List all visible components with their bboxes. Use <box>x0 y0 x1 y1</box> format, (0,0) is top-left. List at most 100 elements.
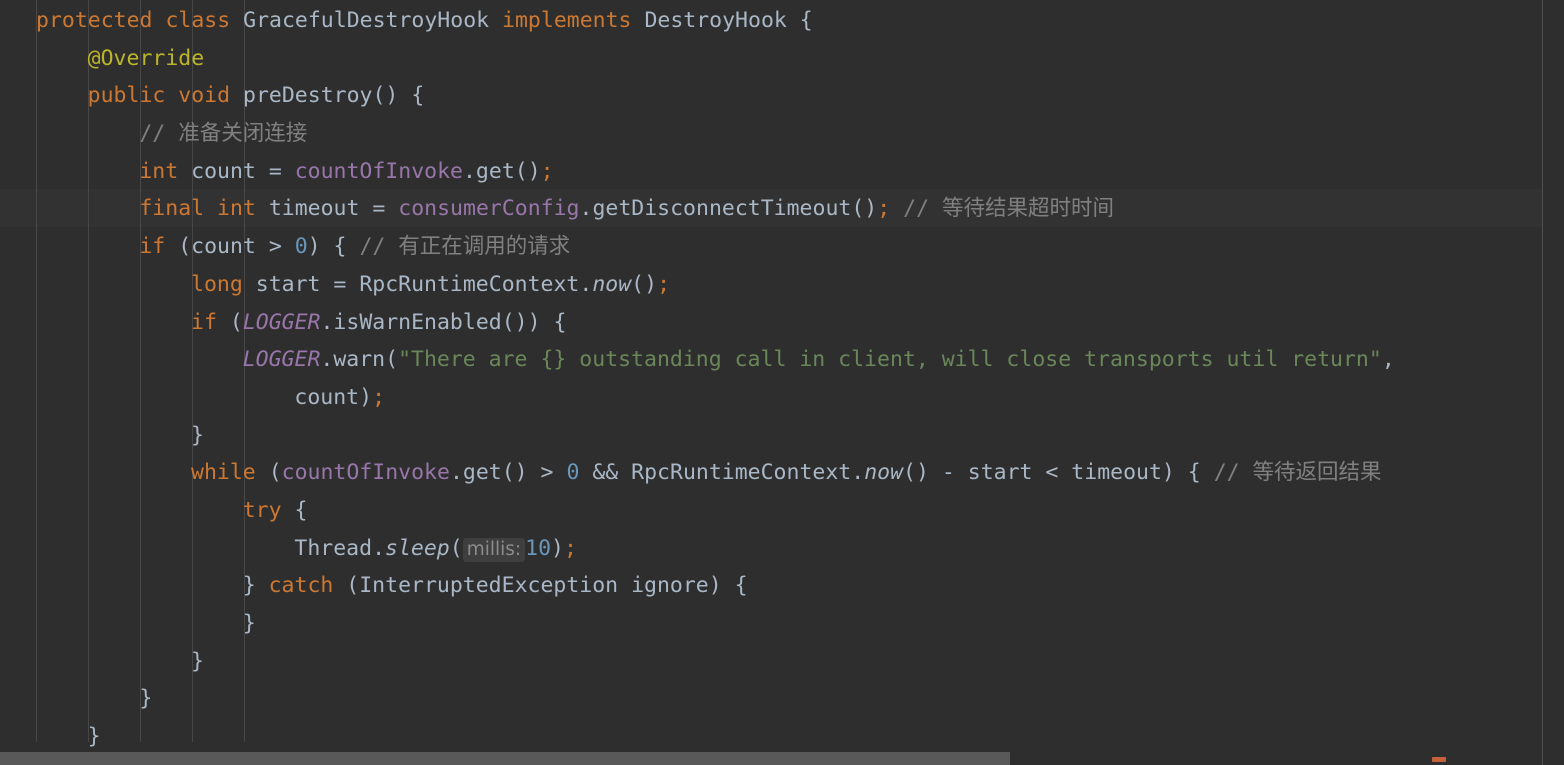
code-static-method: now <box>864 460 904 486</box>
code-token: (count <box>165 234 269 260</box>
code-token: preDestroy <box>243 83 373 109</box>
code-content[interactable]: protected class GracefulDestroyHook impl… <box>0 0 1542 756</box>
code-line[interactable]: count); <box>0 379 1542 417</box>
code-annotation: @Override <box>87 45 205 71</box>
code-line[interactable]: long start = RpcRuntimeContext.now(); <box>0 266 1542 304</box>
code-keyword: int <box>217 196 256 222</box>
code-token: = <box>333 271 360 297</box>
code-token: ; <box>564 535 577 561</box>
code-token: () - start < timeout) { <box>903 460 1214 486</box>
code-token: () <box>631 271 658 297</box>
code-keyword: while <box>191 460 256 486</box>
code-token: && <box>579 460 632 486</box>
code-token: () { <box>372 83 425 109</box>
code-token: .get() <box>449 460 541 486</box>
code-type: Thread <box>294 535 373 561</box>
code-token: count) <box>294 384 373 410</box>
code-keyword: if <box>191 309 217 335</box>
code-type: DestroyHook <box>644 8 787 33</box>
code-token: ) <box>551 535 564 561</box>
code-line[interactable]: LOGGER.warn("There are {} outstanding ca… <box>0 341 1542 379</box>
code-token: .isWarnEnabled()) { <box>320 309 567 335</box>
code-keyword: try <box>242 497 282 523</box>
code-field: LOGGER <box>242 309 321 335</box>
code-token: .getDisconnectTimeout() <box>579 196 878 222</box>
code-token: { <box>786 8 813 33</box>
code-keyword: final <box>139 196 205 222</box>
code-token: ( <box>216 309 243 335</box>
code-token: } <box>191 648 204 674</box>
code-token: = <box>372 196 399 222</box>
code-string-literal: "There are {} outstanding call in client… <box>398 347 1382 373</box>
code-token: } <box>242 611 256 636</box>
code-token: timeout <box>255 196 373 222</box>
code-token: } <box>242 573 269 599</box>
code-token: . <box>851 460 865 486</box>
code-token: . <box>372 535 386 561</box>
code-keyword: catch <box>268 573 334 599</box>
code-line[interactable]: if (LOGGER.isWarnEnabled()) { <box>0 304 1542 342</box>
code-static-method: now <box>592 271 632 297</box>
code-line[interactable]: } catch (InterruptedException ignore) { <box>0 567 1542 605</box>
code-field: countOfInvoke <box>281 460 450 486</box>
code-token: .get() <box>462 158 541 184</box>
code-line-current[interactable]: final int timeout = consumerConfig.getDi… <box>0 190 1542 228</box>
code-keyword: class <box>165 8 231 33</box>
code-keyword: protected <box>36 8 153 33</box>
horizontal-scrollbar-thumb[interactable] <box>0 752 1010 765</box>
code-editor[interactable]: protected class GracefulDestroyHook impl… <box>0 0 1564 765</box>
code-token: start <box>242 271 334 297</box>
code-line[interactable]: while (countOfInvoke.get() > 0 && RpcRun… <box>0 454 1542 492</box>
code-line[interactable]: } <box>0 680 1542 718</box>
right-marker-gutter[interactable] <box>1542 0 1564 765</box>
code-keyword: if <box>139 234 166 260</box>
code-token: > <box>268 234 295 260</box>
code-type: InterruptedException <box>359 573 619 599</box>
code-line[interactable]: try { <box>0 492 1542 530</box>
code-token: ; <box>540 158 554 184</box>
code-token: ; <box>877 196 891 222</box>
error-stripe-marker-icon[interactable] <box>1432 757 1446 762</box>
code-token: ) { <box>307 234 360 260</box>
code-token: .warn( <box>320 347 399 373</box>
code-line[interactable]: int count = countOfInvoke.get(); <box>0 153 1542 191</box>
code-keyword: public <box>87 83 166 109</box>
code-token: ( <box>333 573 360 599</box>
code-line[interactable]: Thread.sleep(millis: 10); <box>0 530 1542 568</box>
code-type: RpcRuntimeContext <box>631 460 852 486</box>
code-line[interactable]: protected class GracefulDestroyHook impl… <box>0 2 1542 40</box>
code-line[interactable]: } <box>0 417 1542 455</box>
code-line[interactable]: if (count > 0) { // 有正在调用的请求 <box>0 228 1542 266</box>
code-token: ; <box>657 271 671 297</box>
code-comment: // 准备关闭连接 <box>139 121 308 147</box>
code-token: . <box>579 271 593 297</box>
code-static-method: sleep <box>385 535 450 561</box>
code-keyword: void <box>178 83 231 109</box>
code-token: ; <box>372 384 386 410</box>
code-line[interactable]: // 准备关闭连接 <box>0 115 1542 153</box>
code-keyword: long <box>191 271 243 297</box>
code-token: > <box>540 460 567 486</box>
code-token: ( <box>255 460 282 486</box>
code-field: LOGGER <box>242 347 321 373</box>
code-line[interactable]: public void preDestroy() { <box>0 77 1542 115</box>
code-comment: // 等待返回结果 <box>1213 460 1382 486</box>
horizontal-scrollbar-track[interactable] <box>0 752 1542 765</box>
code-type: GracefulDestroyHook <box>243 8 490 33</box>
code-line[interactable]: } <box>0 643 1542 681</box>
code-token: count <box>178 158 269 184</box>
code-line[interactable]: } <box>0 605 1542 643</box>
code-token: ignore) { <box>618 573 748 599</box>
code-token: } <box>139 686 153 712</box>
code-line[interactable]: @Override <box>0 40 1542 78</box>
code-token: = <box>268 158 295 184</box>
code-line[interactable]: } <box>0 718 1542 756</box>
code-number: 10 <box>525 535 552 561</box>
code-comment: // 有正在调用的请求 <box>359 234 571 260</box>
